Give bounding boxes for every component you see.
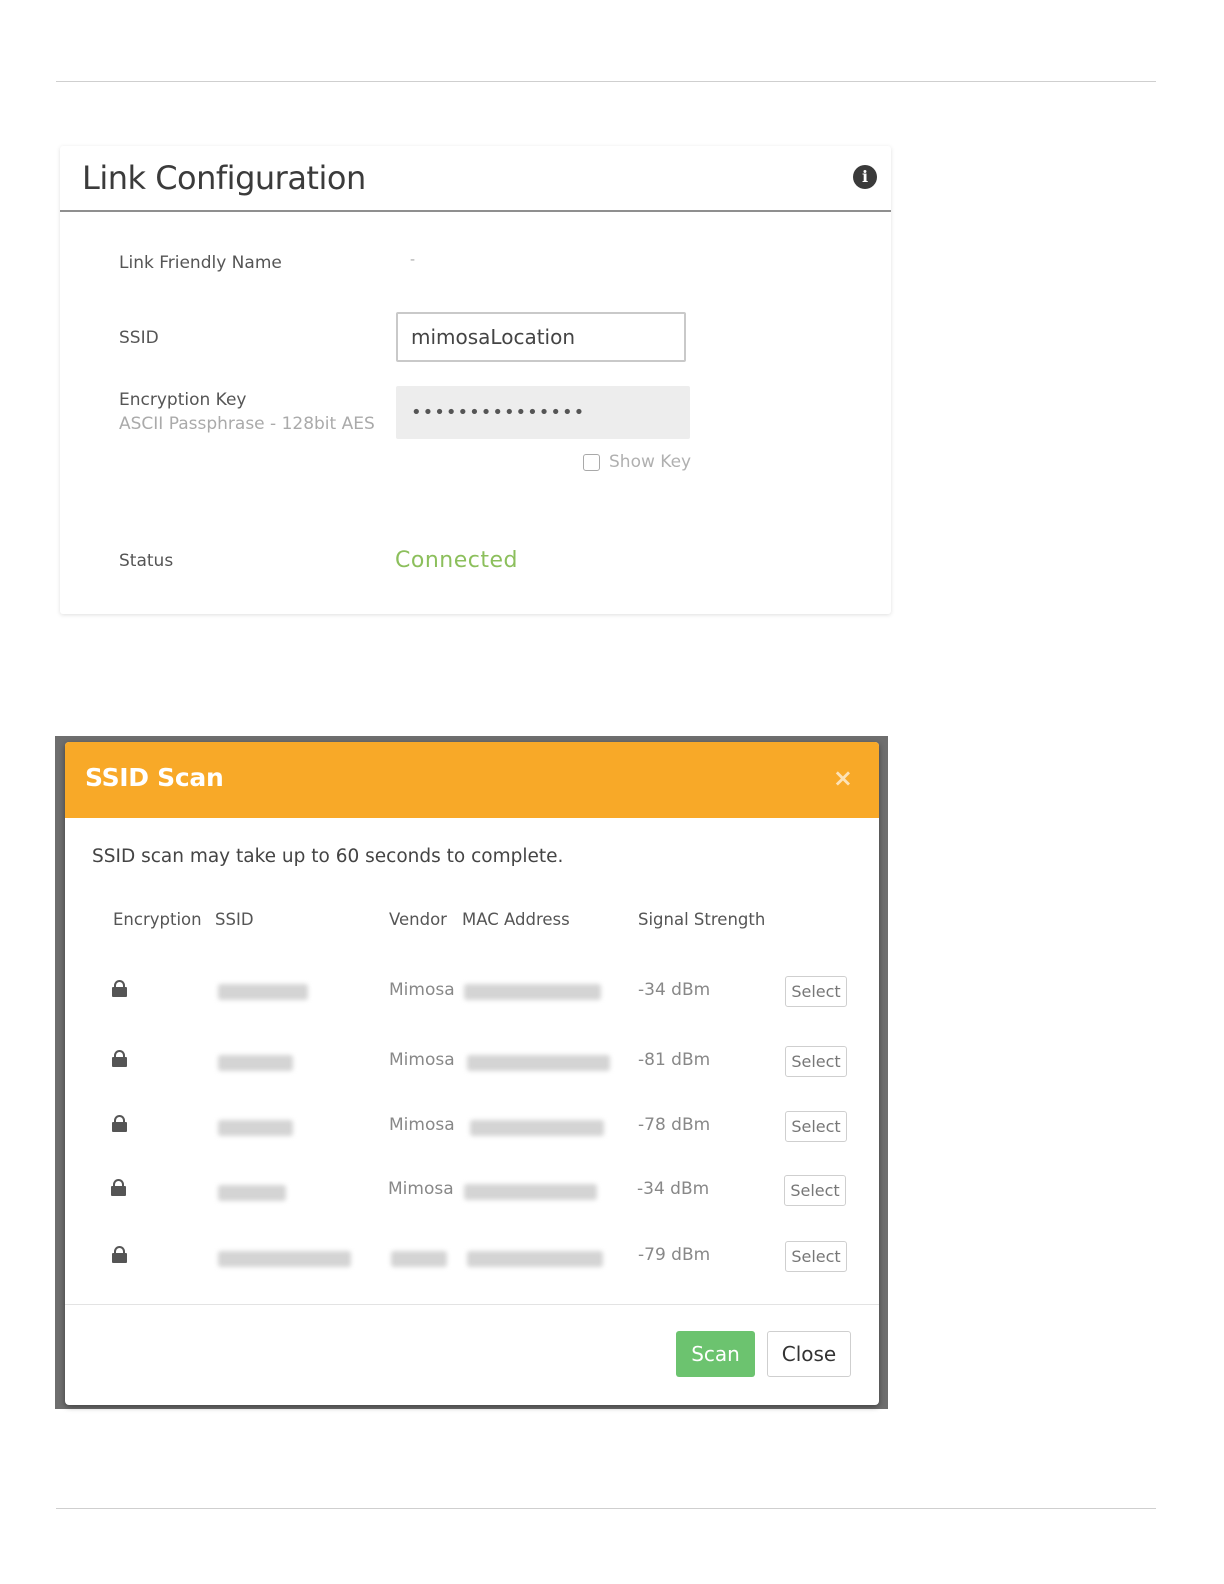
info-icon[interactable]: i [853,165,877,189]
vendor-cell: Mimosa [389,1050,455,1070]
scan-note: SSID scan may take up to 60 seconds to c… [92,846,564,867]
encryption-key-input[interactable] [396,386,690,439]
table-row: -79 dBm Select [65,1241,879,1281]
select-button[interactable]: Select [785,1046,847,1077]
top-divider [56,81,1156,82]
mac-redacted [467,1055,610,1071]
scan-button[interactable]: Scan [676,1331,755,1377]
select-button[interactable]: Select [785,976,847,1007]
mac-redacted [470,1120,604,1136]
column-header-signal: Signal Strength [638,910,766,929]
bottom-divider [56,1508,1156,1509]
signal-cell: -78 dBm [638,1115,711,1135]
mac-redacted [464,1184,597,1200]
lock-icon [111,1179,126,1196]
encryption-type-label: ASCII Passphrase - 128bit AES [119,414,375,434]
signal-cell: -34 dBm [637,1179,710,1199]
vendor-cell: Mimosa [388,1179,454,1199]
ssid-label: SSID [119,328,159,348]
ssid-redacted [218,1185,286,1201]
lock-icon [112,1050,127,1067]
status-value: Connected [395,548,518,573]
table-row: Mimosa -34 dBm Select [65,1175,879,1215]
ssid-redacted [218,1251,351,1267]
mac-redacted [467,1251,603,1267]
ssid-redacted [218,984,308,1000]
show-key-label[interactable]: Show Key [609,452,691,472]
panel-header: Link Configuration i [60,146,891,212]
vendor-cell: Mimosa [389,980,455,1000]
column-header-mac: MAC Address [462,910,570,929]
ssid-redacted [218,1055,293,1071]
link-configuration-panel: Link Configuration i Link Friendly Name … [60,146,891,614]
table-row: Mimosa -81 dBm Select [65,1046,879,1086]
show-key-toggle[interactable]: Show Key [583,452,691,472]
mac-redacted [464,984,601,1000]
friendly-name-value: - [410,252,416,268]
signal-cell: -81 dBm [638,1050,711,1070]
table-row: Mimosa -34 dBm Select [65,976,879,1016]
column-header-vendor: Vendor [389,910,447,929]
table-row: Mimosa -78 dBm Select [65,1111,879,1151]
lock-icon [112,980,127,997]
select-button[interactable]: Select [785,1241,847,1272]
signal-cell: -34 dBm [638,980,711,1000]
lock-icon [112,1246,127,1263]
column-header-encryption: Encryption [113,910,202,929]
modal-header: SSID Scan × [65,742,879,818]
close-icon[interactable]: × [833,764,853,792]
vendor-redacted [391,1251,447,1267]
modal-title: SSID Scan [85,763,224,792]
status-label: Status [119,551,174,571]
lock-icon [112,1115,127,1132]
encryption-key-label: Encryption Key [119,390,247,410]
show-key-checkbox[interactable] [583,453,600,471]
select-button[interactable]: Select [785,1111,847,1142]
footer-divider [65,1304,879,1305]
vendor-cell: Mimosa [389,1115,455,1135]
column-header-ssid: SSID [215,910,254,929]
ssid-redacted [218,1120,293,1136]
ssid-scan-modal: SSID Scan × SSID scan may take up to 60 … [65,742,879,1405]
select-button[interactable]: Select [784,1175,846,1206]
friendly-name-label: Link Friendly Name [119,253,282,273]
ssid-input[interactable] [396,312,686,362]
panel-title: Link Configuration [82,159,366,197]
signal-cell: -79 dBm [638,1245,711,1265]
close-button[interactable]: Close [767,1331,851,1377]
